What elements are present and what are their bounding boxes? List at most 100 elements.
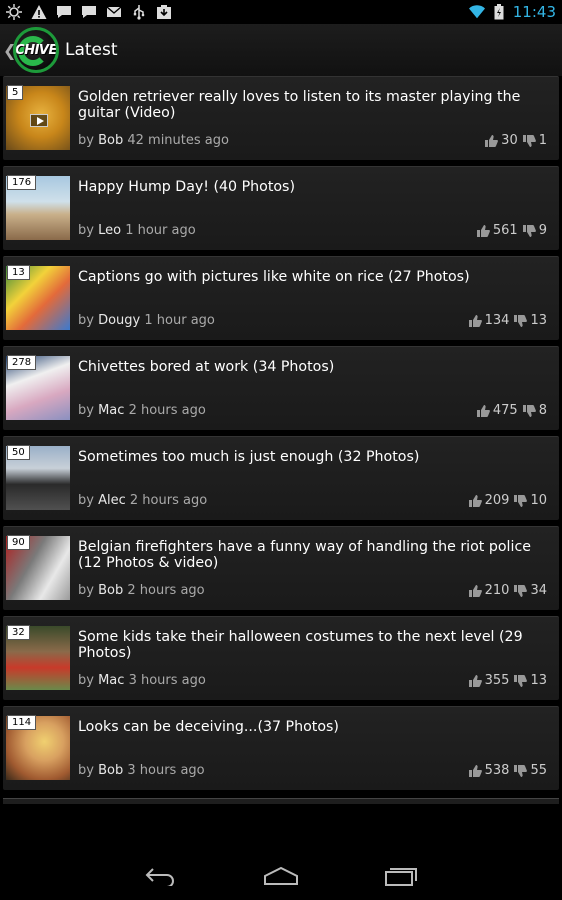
list-item[interactable]: 50 Sometimes too much is just enough (32… (3, 436, 559, 520)
status-clock: 11:43 (512, 3, 556, 21)
battery-charging-icon (491, 4, 507, 20)
video-play-icon (30, 114, 48, 127)
thumbs-up-icon[interactable] (468, 494, 482, 507)
vote-counts: 134 13 (468, 313, 547, 328)
list-item[interactable]: 90 Belgian firefighters have a funny way… (3, 526, 559, 610)
wifi-icon (468, 4, 485, 20)
post-byline: by Mac 3 hours ago (78, 673, 206, 688)
post-time: 1 hour ago (144, 313, 215, 328)
thumbs-up-icon[interactable] (468, 764, 482, 777)
back-button[interactable] (141, 862, 181, 890)
upvote-count: 209 (484, 493, 510, 508)
post-time: 3 hours ago (128, 673, 206, 688)
thumbs-up-icon[interactable] (468, 584, 482, 597)
post-author: Leo (98, 223, 122, 238)
downvote-count: 13 (530, 313, 547, 328)
post-byline: by Bob 2 hours ago (78, 583, 205, 598)
downvote-count: 9 (538, 223, 547, 238)
post-title: Sometimes too much is just enough (32 Ph… (78, 449, 420, 465)
vote-counts: 561 9 (476, 223, 547, 238)
upvote-count: 538 (484, 763, 510, 778)
list-item[interactable]: 32 Some kids take their halloween costum… (3, 616, 559, 700)
post-byline: by Dougy 1 hour ago (78, 313, 215, 328)
recent-apps-icon (385, 868, 417, 886)
chat-icon (56, 4, 72, 20)
photo-count-badge: 114 (7, 715, 37, 730)
vote-counts: 30 1 (484, 133, 547, 148)
upvote-count: 134 (484, 313, 510, 328)
post-time: 2 hours ago (128, 403, 206, 418)
status-bar: 11:43 (0, 0, 562, 24)
thumbs-down-icon[interactable] (522, 134, 536, 147)
upvote-count: 475 (492, 403, 518, 418)
post-time: 2 hours ago (129, 493, 208, 508)
list-item[interactable]: 13 Captions go with pictures like white … (3, 256, 559, 340)
downvote-count: 10 (530, 493, 547, 508)
home-button[interactable] (261, 862, 301, 890)
list-item[interactable]: 114 Looks can be deceiving...(37 Photos)… (3, 706, 559, 790)
post-title: Captions go with pictures like white on … (78, 269, 470, 285)
post-time: 1 hour ago (125, 223, 196, 238)
vote-counts: 209 10 (468, 493, 547, 508)
photo-count-badge: 13 (7, 265, 30, 280)
post-byline: by Mac 2 hours ago (78, 403, 206, 418)
post-title: Some kids take their halloween costumes … (78, 629, 523, 661)
vote-counts: 355 13 (468, 673, 547, 688)
upvote-count: 210 (484, 583, 510, 598)
navigation-bar (0, 852, 562, 900)
photo-count-badge: 50 (7, 445, 30, 460)
post-byline: by Alec 2 hours ago (78, 493, 208, 508)
post-time: 42 minutes ago (127, 133, 229, 148)
back-icon (145, 868, 174, 886)
thumbs-down-icon[interactable] (513, 674, 528, 687)
photo-count-badge: 5 (7, 85, 24, 100)
post-title: Golden retriever really loves to listen … (78, 89, 521, 121)
action-bar: ❮ CHIVE Latest (0, 24, 562, 76)
thumbs-up-icon[interactable] (468, 674, 482, 687)
post-time: 3 hours ago (127, 763, 205, 778)
post-title: Happy Hump Day! (40 Photos) (78, 179, 295, 195)
thumbs-down-icon[interactable] (522, 224, 536, 237)
thumbs-down-icon[interactable] (513, 494, 528, 507)
thumbs-down-icon[interactable] (513, 584, 528, 597)
upvote-count: 355 (484, 673, 510, 688)
post-time: 2 hours ago (127, 583, 205, 598)
download-icon (156, 4, 172, 20)
recent-apps-button[interactable] (381, 862, 421, 890)
downvote-count: 8 (538, 403, 547, 418)
thumbs-up-icon[interactable] (476, 224, 490, 237)
upvote-count: 561 (492, 223, 518, 238)
downvote-count: 55 (530, 763, 547, 778)
vote-counts: 475 8 (476, 403, 547, 418)
thumbs-up-icon[interactable] (476, 404, 490, 417)
list-item-partial[interactable] (3, 798, 559, 804)
post-title: Chivettes bored at work (34 Photos) (78, 359, 335, 375)
post-author: Mac (98, 673, 125, 688)
list-item[interactable]: 278 Chivettes bored at work (34 Photos) … (3, 346, 559, 430)
list-item[interactable]: 176 Happy Hump Day! (40 Photos) by Leo 1… (3, 166, 559, 250)
post-author: Mac (98, 403, 125, 418)
list-item[interactable]: 5 Golden retriever really loves to liste… (3, 76, 559, 160)
photo-count-badge: 278 (7, 355, 37, 370)
post-author: Dougy (98, 313, 141, 328)
gmail-icon (106, 4, 122, 20)
vote-counts: 538 55 (468, 763, 547, 778)
post-byline: by Leo 1 hour ago (78, 223, 196, 238)
thumbs-down-icon[interactable] (513, 314, 528, 327)
thumbs-down-icon[interactable] (513, 764, 528, 777)
thumbs-up-icon[interactable] (484, 134, 499, 147)
thumbs-down-icon[interactable] (522, 404, 536, 417)
post-list[interactable]: 5 Golden retriever really loves to liste… (0, 76, 562, 804)
post-author: Bob (98, 133, 124, 148)
thumbs-up-icon[interactable] (468, 314, 482, 327)
up-chevron-icon[interactable]: ❮ (3, 41, 16, 60)
alert-icon (31, 4, 47, 20)
app-logo[interactable]: CHIVE (13, 27, 59, 73)
usb-icon (131, 4, 147, 20)
downvote-count: 1 (538, 133, 547, 148)
downvote-count: 34 (530, 583, 547, 598)
brightness-icon (6, 4, 22, 20)
post-title: Looks can be deceiving...(37 Photos) (78, 719, 339, 735)
post-byline: by Bob 42 minutes ago (78, 133, 229, 148)
post-title: Belgian firefighters have a funny way of… (78, 539, 531, 571)
